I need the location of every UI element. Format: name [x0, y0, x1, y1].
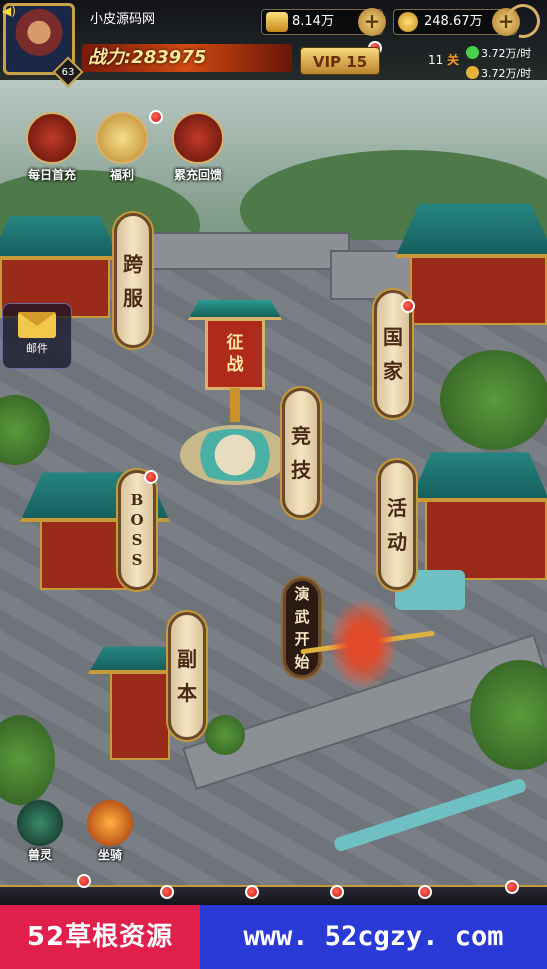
exp-rate-value: 3.72万/时	[481, 47, 532, 60]
stage-unit: 关	[447, 53, 460, 67]
scroll-char: S	[131, 531, 143, 549]
scroll-char: 跨	[123, 251, 143, 276]
hero-character[interactable]	[328, 598, 398, 690]
exp-icon	[466, 46, 479, 59]
combat-power: 战力:283975	[82, 44, 292, 72]
scroll-char: 国	[383, 325, 403, 349]
welfare-label: 福利	[109, 168, 134, 182]
notification-dot	[418, 885, 432, 899]
welfare-button[interactable]: 福利	[87, 112, 157, 183]
beast-spirit-button[interactable]: 兽灵	[10, 800, 70, 863]
city-wall	[150, 232, 350, 270]
banner-char: 征	[226, 332, 244, 353]
vip-badge[interactable]: VIP 15	[300, 47, 380, 75]
bottom-nav-bar	[0, 885, 547, 905]
palace-right	[410, 255, 547, 325]
dungeon-scroll[interactable]: 副 本	[168, 612, 206, 740]
pagoda	[110, 670, 170, 760]
cumulative-recharge-label: 累充回馈	[173, 168, 222, 182]
notification-dot	[245, 885, 259, 899]
scroll-char: 武	[294, 607, 310, 626]
notification-dot	[505, 880, 519, 894]
envelope-icon	[18, 312, 56, 338]
notification-dot	[330, 885, 344, 899]
mail-button[interactable]: 邮件	[2, 303, 72, 369]
scroll-char: 竞	[291, 424, 311, 448]
coin-value: 248.67万	[424, 14, 483, 29]
mail-label: 邮件	[26, 342, 48, 355]
add-gold-button[interactable]: +	[358, 8, 386, 36]
fire-mount-icon	[87, 800, 133, 846]
banner-pole	[230, 388, 240, 422]
notification-dot	[149, 110, 163, 124]
gold-envelope-icon	[96, 112, 148, 164]
scroll-char: B	[130, 490, 144, 509]
stage-count: 11	[428, 53, 444, 67]
red-gift-icon	[26, 112, 78, 164]
watermark-site-name: 52草根资源	[0, 905, 200, 969]
gold-rate-value: 3.72万/时	[481, 67, 532, 80]
gold-ingot-value: 8.14万	[292, 14, 334, 29]
coin-icon	[466, 66, 479, 79]
game-scene: ◀) 63 小皮源码网 战力:283975 8.14万 + 248.67万 + …	[0, 0, 547, 969]
exp-rate: 3.72万/时	[466, 45, 531, 61]
notification-dot	[401, 299, 415, 313]
daily-first-recharge-label: 每日首充	[27, 168, 76, 182]
arena-scroll[interactable]: 竞 技	[282, 388, 320, 518]
watermark-url: www. 52cgzy. com	[200, 905, 547, 969]
activity-scroll[interactable]: 活 动	[378, 460, 416, 590]
watermark-banner: 52草根资源 www. 52cgzy. com	[0, 905, 547, 969]
speaker-icon[interactable]: ◀)	[2, 4, 16, 18]
expedition-banner-roof	[188, 300, 282, 320]
gold-ingot-icon	[266, 12, 288, 32]
banner-char: 战	[226, 355, 244, 375]
scroll-char: O	[130, 510, 144, 529]
cross-server-scroll[interactable]: 跨 服	[114, 213, 152, 348]
scroll-char: 开	[294, 630, 310, 648]
scroll-char: 副	[177, 647, 197, 671]
beast-spirit-label: 兽灵	[27, 848, 52, 862]
scroll-char: 活	[387, 496, 407, 520]
scroll-char: S	[131, 551, 143, 570]
cumulative-recharge-button[interactable]: 累充回馈	[163, 112, 233, 183]
tree	[205, 715, 245, 755]
scroll-char: 技	[291, 458, 311, 482]
boss-scroll[interactable]: B O S S	[118, 470, 156, 590]
scroll-char: 演	[294, 585, 310, 603]
player-name: 小皮源码网	[90, 12, 156, 27]
scroll-char: 家	[383, 359, 403, 383]
red-bag-icon	[172, 112, 224, 164]
mount-button[interactable]: 坐骑	[80, 800, 140, 863]
scroll-char: 本	[177, 681, 197, 705]
coin-icon	[398, 12, 418, 32]
level-value: 63	[61, 66, 75, 78]
dragon-spirit-icon	[17, 800, 63, 846]
martial-drill-scroll[interactable]: 演 武 开 始	[283, 578, 321, 678]
expedition-banner[interactable]: 征 战	[205, 318, 265, 390]
gold-ingot-resource: 8.14万 +	[261, 8, 386, 36]
notification-dot	[77, 874, 91, 888]
stage-progress: 11 关	[428, 51, 459, 68]
daily-first-recharge-button[interactable]: 每日首充	[17, 112, 87, 183]
scroll-char: 服	[123, 285, 143, 310]
gold-rate: 3.72万/时	[466, 65, 531, 81]
arena-plaza	[180, 425, 290, 485]
scroll-char: 动	[387, 530, 407, 554]
coin-resource: 248.67万 +	[393, 8, 520, 36]
activity-hall	[425, 500, 547, 580]
tree	[440, 350, 547, 450]
notification-dot	[144, 470, 158, 484]
notification-dot	[160, 885, 174, 899]
mount-label: 坐骑	[97, 848, 122, 862]
